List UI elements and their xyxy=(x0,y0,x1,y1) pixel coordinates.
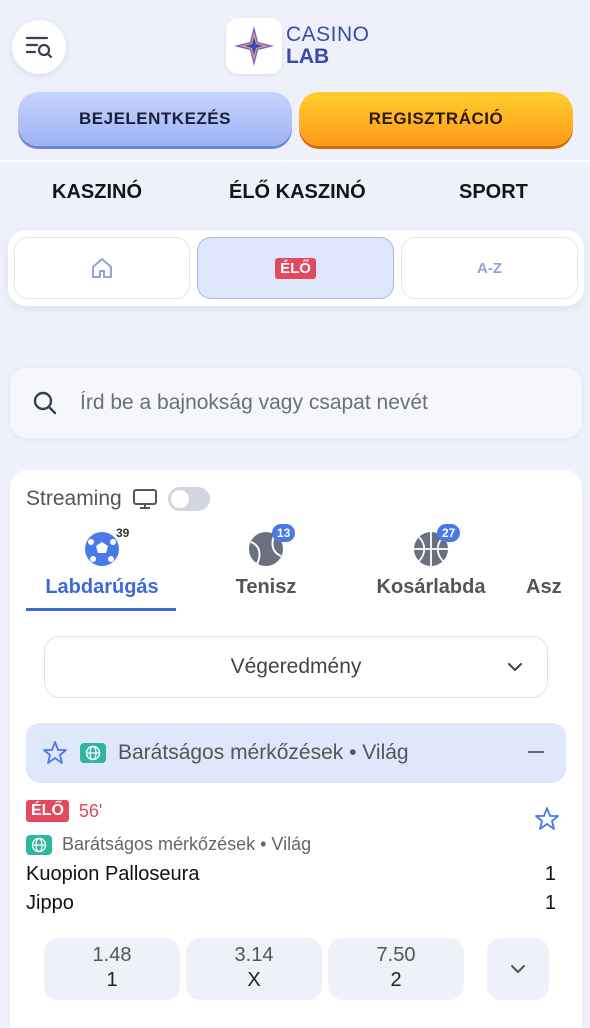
home-team-row[interactable]: Kuopion Palloseura 1 xyxy=(26,863,566,886)
away-team-row[interactable]: Jippo 1 xyxy=(26,892,566,915)
odd-away-button[interactable]: 7.50 2 xyxy=(328,938,464,1000)
nav-live-casino[interactable]: ÉLŐ KASZINÓ xyxy=(229,181,366,204)
away-team-score: 1 xyxy=(544,892,556,914)
sport-label-basketball: Kosárlabda xyxy=(376,576,486,598)
search-bar xyxy=(10,368,582,438)
streaming-toggle[interactable] xyxy=(167,487,210,511)
odd-label: 2 xyxy=(390,969,402,991)
match-row: ÉLŐ 56' Barátságos mérkőzések • Világ Ku… xyxy=(26,800,566,915)
star-icon[interactable] xyxy=(42,740,68,766)
match-competition: Barátságos mérkőzések • Világ xyxy=(62,834,312,854)
league-header[interactable]: Barátságos mérkőzések • Világ xyxy=(26,723,566,783)
odd-home-button[interactable]: 1.48 1 xyxy=(44,938,180,1000)
favorite-star-icon[interactable] xyxy=(534,806,560,832)
search-input[interactable] xyxy=(80,384,560,422)
streaming-label: Streaming xyxy=(26,487,122,510)
menu-search-icon xyxy=(25,36,53,59)
league-title: Barátságos mérkőzések • Világ xyxy=(118,741,409,764)
sports-card: Streaming 39 Labdarúgás 13 Tenisz 27 Kos… xyxy=(10,470,582,1028)
search-icon xyxy=(33,391,57,415)
auth-buttons: BEJELENTKEZÉS REGISZTRÁCIÓ xyxy=(18,92,574,148)
odd-label: 1 xyxy=(106,969,118,991)
logo-star-icon xyxy=(226,18,282,74)
home-team-score: 1 xyxy=(544,863,556,885)
sport-label-tennis: Tenisz xyxy=(235,576,297,598)
match-minute: 56' xyxy=(78,800,103,821)
odd-price: 7.50 xyxy=(376,944,416,966)
nav-sport[interactable]: SPORT xyxy=(459,181,528,204)
sport-tab-basketball[interactable]: 27 Kosárlabda xyxy=(364,524,498,599)
sport-label-soccer: Labdarúgás xyxy=(45,576,159,598)
odd-price: 3.14 xyxy=(234,944,274,966)
odd-draw-button[interactable]: 3.14 X xyxy=(186,938,322,1000)
home-icon xyxy=(92,258,112,278)
nav-casino[interactable]: KASZINÓ xyxy=(52,181,142,204)
login-button[interactable]: BEJELENTKEZÉS xyxy=(18,92,292,146)
header: CASINO LAB xyxy=(0,0,590,90)
logo-text-lab: LAB xyxy=(286,45,330,68)
register-button[interactable]: REGISZTRÁCIÓ xyxy=(299,92,573,146)
odds-row: 1.48 1 3.14 X 7.50 2 xyxy=(26,938,566,1002)
subtab-live[interactable]: ÉLŐ xyxy=(197,237,394,299)
match-globe-icon xyxy=(26,834,52,855)
sport-subtabs: ÉLŐ A-Z xyxy=(8,230,584,306)
subtab-home[interactable] xyxy=(14,237,190,299)
header-divider xyxy=(0,160,590,162)
globe-icon xyxy=(80,743,106,763)
casino-lab-logo[interactable]: CASINO LAB xyxy=(226,18,370,74)
chevron-down-icon xyxy=(508,663,522,671)
chevron-down-icon xyxy=(511,965,525,973)
home-team-name: Kuopion Palloseura xyxy=(26,863,200,885)
live-badge: ÉLŐ xyxy=(275,257,316,279)
main-nav: KASZINÓ ÉLŐ KASZINÓ SPORT xyxy=(0,168,590,218)
soccer-count: 39 xyxy=(116,526,130,540)
more-markets-button[interactable] xyxy=(487,938,549,1000)
monitor-icon xyxy=(132,489,157,509)
sport-label-partial: Asz xyxy=(526,576,562,598)
collapse-icon[interactable] xyxy=(528,751,544,753)
streaming-row: Streaming xyxy=(26,487,210,511)
away-team-name: Jippo xyxy=(26,892,74,914)
tennis-count: 13 xyxy=(272,524,296,542)
logo-text-casino: CASINO xyxy=(286,23,370,46)
az-label: A-Z xyxy=(477,259,502,277)
odd-price: 1.48 xyxy=(92,944,132,966)
odd-label: X xyxy=(247,969,261,991)
sport-tab-partial[interactable]: Asz xyxy=(526,530,586,599)
subtab-az[interactable]: A-Z xyxy=(401,237,578,299)
active-sport-underline xyxy=(26,608,176,611)
market-select[interactable]: Végeredmény xyxy=(44,636,548,698)
basketball-count: 27 xyxy=(437,524,461,542)
sport-tab-tennis[interactable]: 13 Tenisz xyxy=(210,524,322,599)
menu-search-button[interactable] xyxy=(12,20,66,74)
match-live-badge: ÉLŐ xyxy=(26,800,69,822)
sport-tab-soccer[interactable]: 39 Labdarúgás xyxy=(32,526,172,599)
market-select-value: Végeredmény xyxy=(230,655,362,678)
